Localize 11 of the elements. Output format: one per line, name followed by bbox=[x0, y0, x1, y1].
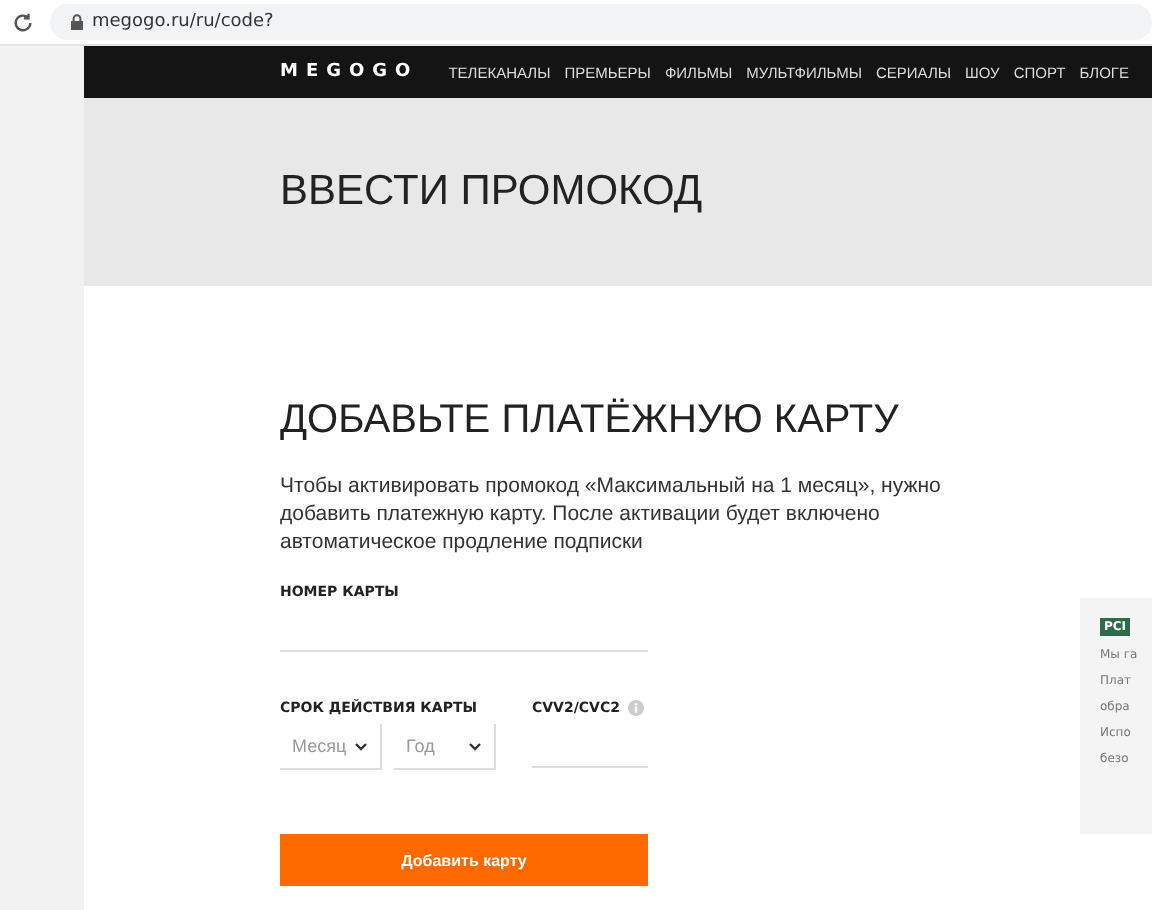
info-icon[interactable] bbox=[627, 700, 644, 716]
page-title: ВВЕСТИ ПРОМОКОД bbox=[280, 168, 703, 216]
reload-icon[interactable] bbox=[12, 11, 34, 33]
form-title: ДОБАВЬТЕ ПЛАТЁЖНУЮ КАРТУ bbox=[280, 398, 901, 444]
chevron-down-icon bbox=[468, 741, 482, 751]
address-bar[interactable]: megogo.ru/ru/code? bbox=[50, 4, 1152, 40]
description: Чтобы активировать промокод «Максимальный на 1 месяц», нужно добавить платежную карту. После активации будет включено автоматическое продление подписки bbox=[280, 472, 943, 556]
logo[interactable]: MEGOGO bbox=[280, 62, 419, 82]
chevron-down-icon bbox=[354, 741, 368, 751]
lock-icon bbox=[70, 14, 84, 30]
url-text: megogo.ru/ru/code? bbox=[92, 12, 274, 32]
